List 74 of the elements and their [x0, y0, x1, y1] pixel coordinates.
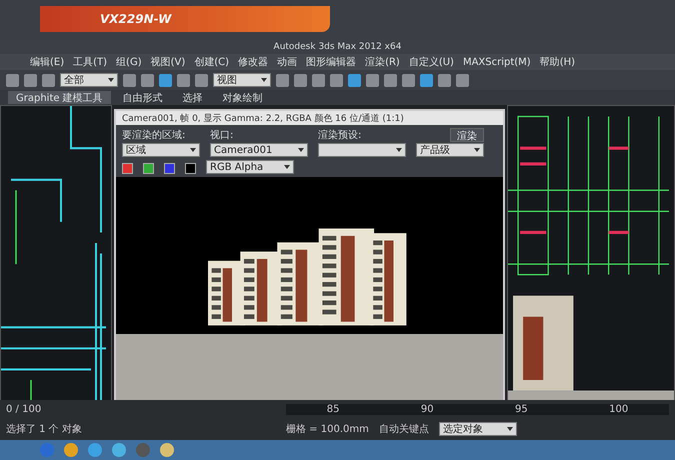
frame-counter: 0 / 100 — [6, 404, 42, 415]
caret-icon — [261, 78, 267, 82]
caret-icon — [284, 165, 290, 169]
tool-icon[interactable] — [276, 74, 289, 86]
menu-item[interactable]: 帮助(H) — [540, 55, 576, 69]
auto-key-label: 自动关键点 — [378, 422, 429, 436]
viewport-dropdown[interactable]: Camera001 — [210, 143, 308, 157]
menu-item[interactable]: 修改器 — [238, 55, 268, 69]
grid-size: 栅格 = 100.0mm — [286, 422, 369, 436]
tool-icon[interactable] — [42, 74, 55, 86]
ribbon-tab[interactable]: Graphite 建模工具 — [8, 91, 111, 104]
menu-item[interactable]: 工具(T) — [73, 55, 108, 69]
color-swatch[interactable] — [185, 163, 196, 174]
menu-item[interactable]: 图形编辑器 — [306, 55, 356, 69]
ribbon-tab[interactable]: 自由形式 — [114, 91, 171, 104]
tool-icon[interactable] — [366, 74, 379, 86]
caret-icon — [190, 148, 196, 152]
taskbar-app-icon[interactable] — [160, 443, 174, 457]
render-mode-dropdown[interactable]: 产品级 — [416, 143, 484, 157]
ribbon-tab[interactable]: 对象绘制 — [214, 91, 271, 104]
selection-status: 选择了 1 个 对象 — [6, 422, 83, 436]
field-label: 要渲染的区域: — [122, 128, 186, 142]
taskbar-app-icon[interactable] — [64, 443, 78, 457]
tool-icon[interactable] — [195, 74, 208, 86]
menu-item[interactable]: 组(G) — [116, 55, 142, 69]
coordinate-dropdown[interactable]: 视图 — [213, 73, 271, 87]
window-title: Autodesk 3ds Max 2012 x64 — [274, 42, 402, 52]
tool-icon[interactable] — [24, 74, 37, 86]
taskbar-app-icon[interactable] — [112, 443, 126, 457]
tick-label: 100 — [609, 404, 628, 415]
menu-item[interactable]: 视图(V) — [150, 55, 186, 69]
tick-label: 95 — [515, 404, 528, 415]
tick-label: 90 — [420, 404, 434, 415]
tool-icon[interactable] — [402, 74, 415, 86]
tool-icon[interactable] — [456, 74, 469, 86]
ribbon-tab[interactable]: 选择 — [174, 91, 211, 104]
menu-item[interactable]: 创建(C) — [194, 55, 230, 69]
channel-dropdown[interactable]: RGB Alpha — [206, 160, 294, 174]
caret-icon — [396, 148, 402, 152]
tool-icon[interactable] — [294, 74, 307, 86]
channel-toggle-icon[interactable] — [122, 163, 133, 174]
caret-icon — [108, 78, 114, 82]
menu-item[interactable]: 渲染(R) — [365, 55, 400, 69]
tool-icon[interactable] — [159, 74, 172, 86]
taskbar-app-icon[interactable] — [88, 443, 102, 457]
channel-toggle-icon[interactable] — [143, 163, 154, 174]
render-button[interactable]: 渲染 — [450, 128, 484, 142]
tool-icon[interactable] — [123, 74, 136, 86]
channel-toggle-icon[interactable] — [164, 163, 175, 174]
caret-icon — [474, 148, 480, 152]
tool-icon[interactable] — [438, 74, 451, 86]
tick-label: 85 — [326, 404, 340, 415]
tool-icon[interactable] — [330, 74, 343, 86]
tool-icon[interactable] — [312, 74, 325, 86]
model-name: VX229N-W — [100, 12, 172, 26]
tool-icon[interactable] — [348, 74, 361, 86]
field-label: 视口: — [210, 128, 234, 142]
tool-icon[interactable] — [6, 74, 19, 86]
selection-filter-dropdown[interactable]: 全部 — [60, 73, 118, 87]
area-dropdown[interactable]: 区域 — [122, 143, 200, 157]
field-label: 渲染预设: — [318, 128, 362, 142]
caret-icon — [506, 427, 513, 432]
menu-item[interactable]: 自定义(U) — [408, 55, 454, 69]
tool-icon[interactable] — [177, 74, 190, 86]
tool-icon[interactable] — [420, 74, 433, 86]
menu-item[interactable]: 动画 — [277, 55, 298, 69]
menu-item[interactable]: MAXScript(M) — [462, 56, 531, 68]
caret-icon — [298, 148, 304, 152]
menu-item[interactable]: 编辑(E) — [30, 55, 64, 69]
preset-dropdown[interactable] — [318, 143, 406, 157]
tool-icon[interactable] — [384, 74, 397, 86]
key-filter-dropdown[interactable]: 选定对象 — [438, 422, 517, 436]
tool-icon[interactable] — [141, 74, 154, 86]
render-window-title: Camera001, 帧 0, 显示 Gamma: 2.2, RGBA 颜色 16 位/通道 (1:1) — [121, 112, 405, 125]
